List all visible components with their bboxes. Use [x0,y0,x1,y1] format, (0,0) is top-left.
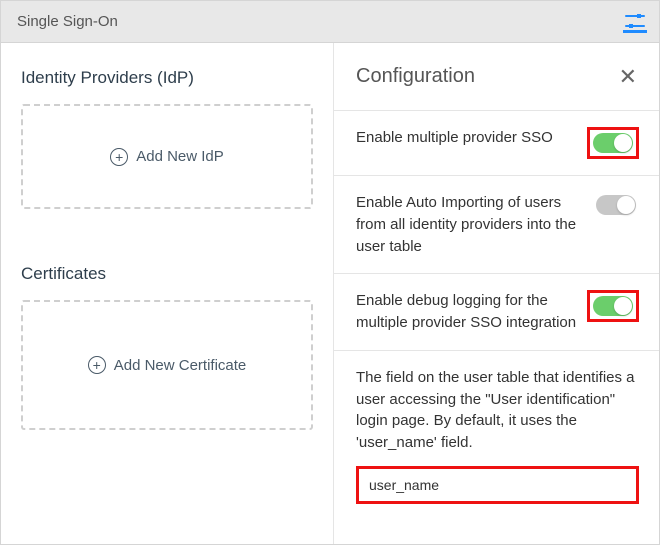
add-cert-label: Add New Certificate [114,357,247,374]
auto-import-toggle-wrap [593,192,639,218]
debug-log-toggle-highlight [587,290,639,322]
enable-sso-toggle-highlight [587,127,639,159]
toggle-knob [614,134,632,152]
enable-sso-label: Enable multiple provider SSO [356,127,577,149]
user-field-description: The field on the user table that identif… [356,367,639,454]
add-idp-label: Add New IdP [136,148,224,165]
add-cert-button[interactable]: + Add New Certificate [21,300,313,430]
config-row-enable-sso: Enable multiple provider SSO [334,111,659,176]
configuration-panel: Configuration ✕ Enable multiple provider… [334,43,659,544]
cert-section-title: Certificates [21,264,313,284]
config-row-auto-import: Enable Auto Importing of users from all … [334,176,659,274]
debug-log-toggle[interactable] [593,296,633,316]
toggle-knob [617,196,635,214]
config-row-user-field: The field on the user table that identif… [334,351,659,520]
debug-log-label: Enable debug logging for the multiple pr… [356,290,577,334]
add-idp-button[interactable]: + Add New IdP [21,104,313,209]
plus-circle-icon: + [110,148,128,166]
plus-circle-icon: + [88,356,106,374]
config-row-debug-log: Enable debug logging for the multiple pr… [334,274,659,351]
user-field-input[interactable] [356,466,639,504]
auto-import-toggle[interactable] [596,195,636,215]
toggle-knob [614,297,632,315]
settings-sliders-icon[interactable] [623,10,647,33]
close-icon[interactable]: ✕ [619,66,637,88]
idp-section-title: Identity Providers (IdP) [21,68,313,88]
config-title: Configuration [356,65,475,88]
page-header: Single Sign-On [1,1,659,43]
enable-sso-toggle[interactable] [593,133,633,153]
config-header: Configuration ✕ [334,43,659,111]
auto-import-label: Enable Auto Importing of users from all … [356,192,583,257]
page-title: Single Sign-On [17,13,118,30]
content-area: Identity Providers (IdP) + Add New IdP C… [1,43,659,544]
left-column: Identity Providers (IdP) + Add New IdP C… [1,43,334,544]
